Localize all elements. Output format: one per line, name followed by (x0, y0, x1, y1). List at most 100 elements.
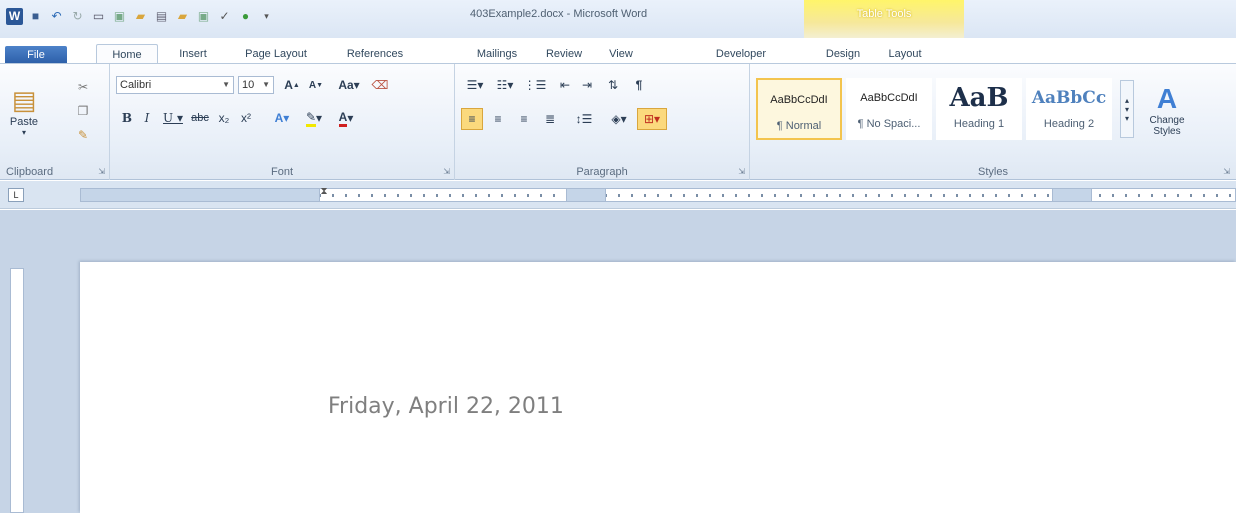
open-icon[interactable]: ▰ (132, 8, 149, 25)
ruler-tick (436, 194, 438, 197)
spelling-icon[interactable]: ✓ (216, 8, 233, 25)
ruler-tick (1164, 194, 1166, 197)
ruler-tick (787, 194, 789, 197)
styles-launcher-icon[interactable]: ⇲ (1223, 167, 1230, 176)
cut-icon[interactable]: ✂ (74, 78, 92, 96)
save-icon[interactable]: ■ (27, 8, 44, 25)
italic-icon[interactable]: I (138, 108, 156, 128)
paste-dropdown-icon: ▾ (21, 128, 26, 137)
word-logo-icon[interactable]: W (6, 7, 23, 25)
preview-icon[interactable]: ▣ (195, 8, 212, 25)
ruler-tick (930, 194, 932, 197)
ruler-tick (917, 194, 919, 197)
shading-icon[interactable]: ◈▾ (605, 108, 633, 130)
highlight-icon[interactable]: ✎ ▾ (300, 108, 328, 128)
format-painter-icon[interactable]: ✎ (74, 126, 92, 144)
ruler-tick (800, 194, 802, 197)
column-marker-2-icon[interactable] (1052, 188, 1092, 202)
tab-mailings[interactable]: Mailings (468, 44, 526, 64)
ruler-tick (995, 194, 997, 197)
ruler-tick (709, 194, 711, 197)
tab-developer[interactable]: Developer (708, 44, 774, 64)
ruler-tick (1203, 194, 1205, 197)
ruler-tick (332, 194, 334, 197)
tab-selector-icon[interactable]: L (8, 188, 24, 202)
subscript-icon[interactable]: x₂ (214, 108, 234, 128)
style-normal-preview: AaBbCcDdI (770, 94, 828, 106)
style-heading-2-name: Heading 2 (1043, 118, 1095, 130)
bold-icon[interactable]: B (118, 108, 136, 128)
font-color-icon[interactable]: A ▾ (332, 108, 360, 128)
multilevel-list-icon[interactable]: ⋮☰ (521, 76, 549, 94)
ruler-tick (839, 194, 841, 197)
style-heading-1[interactable]: AaB Heading 1 (936, 78, 1022, 140)
strikethrough-icon[interactable]: abc (188, 108, 212, 128)
new-document-icon[interactable]: ▭ (90, 8, 107, 25)
vertical-ruler[interactable] (10, 268, 24, 513)
tab-home[interactable]: Home (96, 44, 158, 64)
tab-view[interactable]: View (601, 44, 641, 64)
align-right-icon[interactable]: ≡ (513, 108, 535, 130)
refresh-icon[interactable]: ● (237, 8, 254, 25)
tab-file[interactable]: File (5, 46, 67, 64)
paste-button[interactable]: ▤ Paste ▾ (4, 76, 44, 146)
ruler-tick (397, 194, 399, 197)
ruler-tick (1047, 194, 1049, 197)
tab-review[interactable]: Review (538, 44, 590, 64)
print-icon[interactable]: ▤ (153, 8, 170, 25)
font-name-value: Calibri (120, 79, 152, 91)
tab-layout[interactable]: Layout (880, 44, 930, 64)
ruler-tick (1138, 194, 1140, 197)
font-name-combo[interactable]: Calibri ▼ (116, 76, 234, 94)
borders-icon[interactable]: ⊞▾ (637, 108, 667, 130)
style-no-spacing-name: ¶ No Spaci... (857, 118, 921, 130)
line-spacing-icon[interactable]: ↕☰ (571, 108, 597, 130)
numbering-icon[interactable]: ☷▾ (491, 76, 519, 94)
clear-formatting-icon[interactable]: ⌫ (370, 76, 390, 94)
ruler-tick (644, 194, 646, 197)
pilcrow-icon[interactable]: ¶ (629, 76, 649, 94)
font-size-combo[interactable]: 10 ▼ (238, 76, 274, 94)
ruler-tick (462, 194, 464, 197)
style-no-spacing[interactable]: AaBbCcDdI ¶ No Spaci... (846, 78, 932, 140)
clipboard-launcher-icon[interactable]: ⇲ (98, 167, 105, 176)
shrink-font-icon[interactable]: A ▼ (306, 76, 326, 94)
customize-qat-icon[interactable]: ▾ (258, 8, 275, 25)
align-left-icon[interactable]: ≡ (461, 108, 483, 130)
folder-icon[interactable]: ▰ (174, 8, 191, 25)
paragraph-launcher-icon[interactable]: ⇲ (738, 167, 745, 176)
styles-scroll-icon[interactable]: ▴ ▾ ▾ (1120, 80, 1134, 138)
style-heading-2[interactable]: AaBbCc Heading 2 (1026, 78, 1112, 140)
decrease-indent-icon[interactable]: ⇤ (555, 76, 575, 94)
tab-references[interactable]: References (334, 44, 416, 64)
change-styles-button[interactable]: A Change Styles (1142, 74, 1192, 146)
change-case-icon[interactable]: Aa▾ (334, 76, 364, 94)
column-marker-icon[interactable] (566, 188, 606, 202)
increase-indent-icon[interactable]: ⇥ (577, 76, 597, 94)
style-normal[interactable]: AaBbCcDdI ¶ Normal (756, 78, 842, 140)
ruler-tick (657, 194, 659, 197)
ruler-tick (1216, 194, 1218, 197)
redo-icon[interactable]: ↻ (69, 8, 86, 25)
indent-marker-icon[interactable]: ⧗ (318, 186, 330, 204)
ruler-tick (813, 194, 815, 197)
print-preview-icon[interactable]: ▣ (111, 8, 128, 25)
justify-icon[interactable]: ≣ (539, 108, 561, 130)
sort-icon[interactable]: ⇅ (603, 76, 623, 94)
font-launcher-icon[interactable]: ⇲ (443, 167, 450, 176)
tab-design[interactable]: Design (818, 44, 868, 64)
copy-icon[interactable]: ❐ (74, 102, 92, 120)
paste-icon: ▤ (11, 85, 37, 115)
undo-icon[interactable]: ↶ (48, 8, 65, 25)
tab-insert[interactable]: Insert (168, 44, 218, 64)
superscript-icon[interactable]: x² (236, 108, 256, 128)
bullets-icon[interactable]: ☰▾ (461, 76, 489, 94)
align-center-icon[interactable]: ≡ (487, 108, 509, 130)
ruler-tick (1125, 194, 1127, 197)
document-text[interactable]: Friday, April 22, 2011 (328, 394, 564, 419)
text-effects-icon[interactable]: A▾ (268, 108, 296, 128)
grow-font-icon[interactable]: A ▲ (282, 76, 302, 94)
document-page[interactable]: Friday, April 22, 2011 (80, 262, 1236, 513)
tab-page-layout[interactable]: Page Layout (240, 44, 312, 64)
underline-icon[interactable]: U ▾ (160, 108, 186, 128)
